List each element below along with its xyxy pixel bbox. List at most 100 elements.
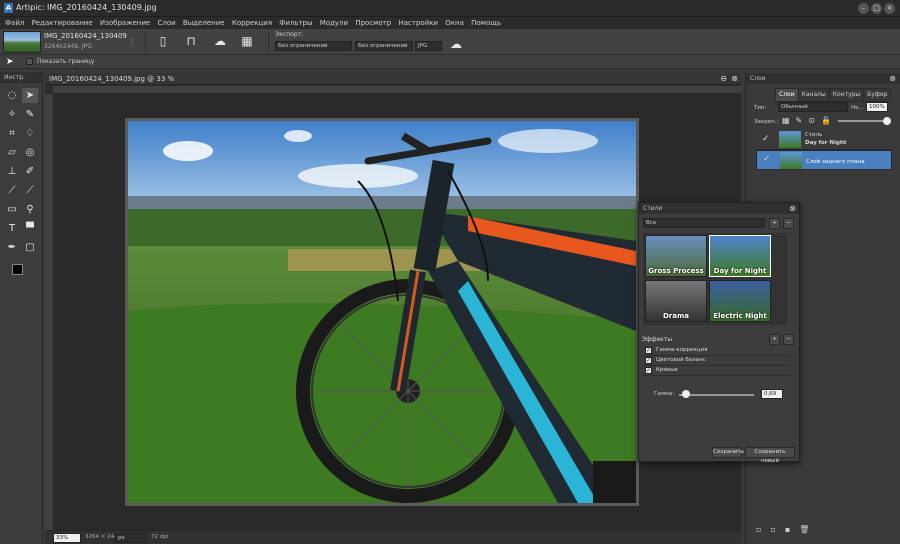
more-icon[interactable]: ⋮ xyxy=(128,37,136,46)
save-style-button[interactable]: Сохранить xyxy=(712,447,744,458)
menu-filters[interactable]: Фильтры xyxy=(279,17,312,29)
pointer-tool-icon: ➤ xyxy=(6,57,14,67)
zoom-input[interactable]: 33% xyxy=(53,533,81,543)
pencil-icon[interactable]: ✐ xyxy=(22,164,38,179)
document-title: IMG_20160424_130409.jpg @ 33 % xyxy=(49,75,175,83)
menu-bar: Файл Редактирование Изображение Слои Выд… xyxy=(0,17,900,29)
remove-effect-button[interactable]: − xyxy=(783,334,794,345)
eyedropper-icon[interactable]: ⟋ xyxy=(4,183,20,198)
layer-row[interactable]: ✓ Стиль Day for Night xyxy=(756,130,892,150)
layer-sub: Day for Night xyxy=(805,140,847,146)
style-electric-night[interactable]: Electric Night xyxy=(709,280,771,322)
fill-slider[interactable] xyxy=(838,120,886,122)
menu-edit[interactable]: Редактирование xyxy=(32,17,93,29)
effect-row[interactable]: ✓ Кривые xyxy=(643,366,791,376)
doc-menu-icon[interactable]: ⊖ xyxy=(720,73,727,85)
menu-file[interactable]: Файл xyxy=(5,17,24,29)
fill-slider-handle[interactable] xyxy=(883,117,891,125)
menu-modules[interactable]: Модули xyxy=(320,17,348,29)
layer-actions[interactable]: ▫▫▪🗑 xyxy=(756,525,818,534)
menu-select[interactable]: Выделение xyxy=(183,17,225,29)
menu-settings[interactable]: Настройки xyxy=(399,17,439,29)
gamma-input[interactable]: 0,69 xyxy=(761,389,783,399)
stamp-icon[interactable]: ⊥ xyxy=(4,164,20,179)
export-height-select[interactable]: Без ограничений xyxy=(355,41,413,51)
effect-row[interactable]: ✓ Цветовой баланс xyxy=(643,356,791,366)
cloud-icon[interactable]: ☁ xyxy=(213,34,227,48)
minimize-icon[interactable]: – xyxy=(858,3,869,14)
effect-row[interactable]: ✓ Гамма-коррекция xyxy=(643,346,791,356)
lasso-tool-icon[interactable]: ◌ xyxy=(4,88,20,103)
layer-row-selected[interactable]: ✓ Слой заднего плана xyxy=(756,150,892,170)
dodge-icon[interactable]: ⟋ xyxy=(22,183,38,198)
bike-photo xyxy=(128,121,636,503)
menu-view[interactable]: Просмотр xyxy=(355,17,391,29)
menu-adjust[interactable]: Коррекция xyxy=(232,17,272,29)
drop-icon[interactable]: ♢ xyxy=(22,126,38,141)
fill-icon[interactable]: ▀ xyxy=(22,221,38,236)
tab-clipboard[interactable]: Буфер xyxy=(863,88,892,102)
export-icon[interactable]: ☁ xyxy=(449,37,463,51)
export-format-select[interactable]: JPG xyxy=(415,41,442,51)
close-icon[interactable]: × xyxy=(884,3,895,14)
opacity-input[interactable]: 100% xyxy=(866,102,888,112)
crop-icon[interactable]: ⌗ xyxy=(4,126,20,141)
text-icon[interactable]: T xyxy=(4,221,20,236)
document-tab[interactable]: IMG_20160424_130409.jpg @ 33 % ⊖ ⊗ xyxy=(45,73,741,85)
lock-icons[interactable]: ▦✎⊙🔒 xyxy=(782,116,837,125)
menu-help[interactable]: Помощь xyxy=(471,17,501,29)
doc-close-icon[interactable]: ⊗ xyxy=(731,73,738,85)
effect-checkbox[interactable]: ✓ xyxy=(645,347,652,354)
zoom-icon[interactable]: ⚲ xyxy=(22,202,38,217)
visibility-check-icon[interactable]: ✓ xyxy=(762,134,770,144)
pen-icon[interactable]: ✒ xyxy=(4,240,20,255)
tab-channels[interactable]: Каналы xyxy=(797,88,830,102)
visibility-check-icon[interactable]: ✓ xyxy=(763,155,771,164)
panel-close-icon[interactable]: ⊗ xyxy=(889,74,896,83)
foreground-color-swatch[interactable] xyxy=(12,264,23,275)
target-icon[interactable]: ◎ xyxy=(22,145,38,160)
dpi-value: 72 dpi xyxy=(151,534,169,540)
add-style-button[interactable]: + xyxy=(769,218,780,229)
open-folder-icon[interactable]: ⊓ xyxy=(184,34,198,48)
style-gross-process[interactable]: Gross Process xyxy=(645,235,707,277)
app-logo-icon: A xyxy=(4,3,13,13)
blend-mode-select[interactable]: Обычный xyxy=(778,102,848,112)
effect-label: Кривые xyxy=(656,367,678,373)
gradient-icon[interactable]: ▭ xyxy=(4,202,20,217)
menu-image[interactable]: Изображение xyxy=(100,17,150,29)
new-document-icon[interactable]: ▯ xyxy=(156,34,170,48)
export-width-select[interactable]: Без ограничений xyxy=(275,41,352,51)
show-border-checkbox[interactable] xyxy=(26,58,33,65)
styles-filter-select[interactable]: Все xyxy=(643,218,765,228)
photo-canvas[interactable] xyxy=(125,118,639,506)
tab-paths[interactable]: Контуры xyxy=(828,88,865,102)
style-day-for-night[interactable]: Day for Night xyxy=(709,235,771,277)
gamma-slider-handle[interactable] xyxy=(682,390,690,398)
gamma-slider[interactable] xyxy=(679,394,754,396)
styles-panel: Стили ⊗ Все + − Gross Process Day for Ni… xyxy=(638,202,800,464)
remove-style-button[interactable]: − xyxy=(783,218,794,229)
effects-title: Эффекты xyxy=(642,336,672,343)
effect-checkbox[interactable]: ✓ xyxy=(645,357,652,364)
styles-close-icon[interactable]: ⊗ xyxy=(789,204,796,213)
add-effect-button[interactable]: + xyxy=(769,334,780,345)
menu-windows[interactable]: Окна xyxy=(445,17,464,29)
move-tool-icon[interactable]: ➤ xyxy=(22,88,38,103)
brush-icon[interactable]: ✎ xyxy=(22,107,38,122)
magic-wand-icon[interactable]: ✧ xyxy=(4,107,20,122)
maximize-icon[interactable]: □ xyxy=(871,3,882,14)
save-new-style-button[interactable]: Сохранить новый xyxy=(745,447,795,464)
show-border-label: Показать границу xyxy=(37,58,95,65)
document-thumbnail[interactable] xyxy=(3,31,41,53)
menu-layers[interactable]: Слои xyxy=(157,17,175,29)
effect-checkbox[interactable]: ✓ xyxy=(645,367,652,374)
opacity-label: Не... xyxy=(851,105,864,111)
eraser-icon[interactable]: ▱ xyxy=(4,145,20,160)
unit-select[interactable]: px xyxy=(115,533,147,543)
shape-icon[interactable]: ▢ xyxy=(22,240,38,255)
save-icon[interactable]: ▦ xyxy=(240,34,254,48)
style-drama[interactable]: Drama xyxy=(645,280,707,322)
gamma-label: Гамма: xyxy=(654,391,675,397)
tab-layers[interactable]: Слои xyxy=(775,88,799,102)
